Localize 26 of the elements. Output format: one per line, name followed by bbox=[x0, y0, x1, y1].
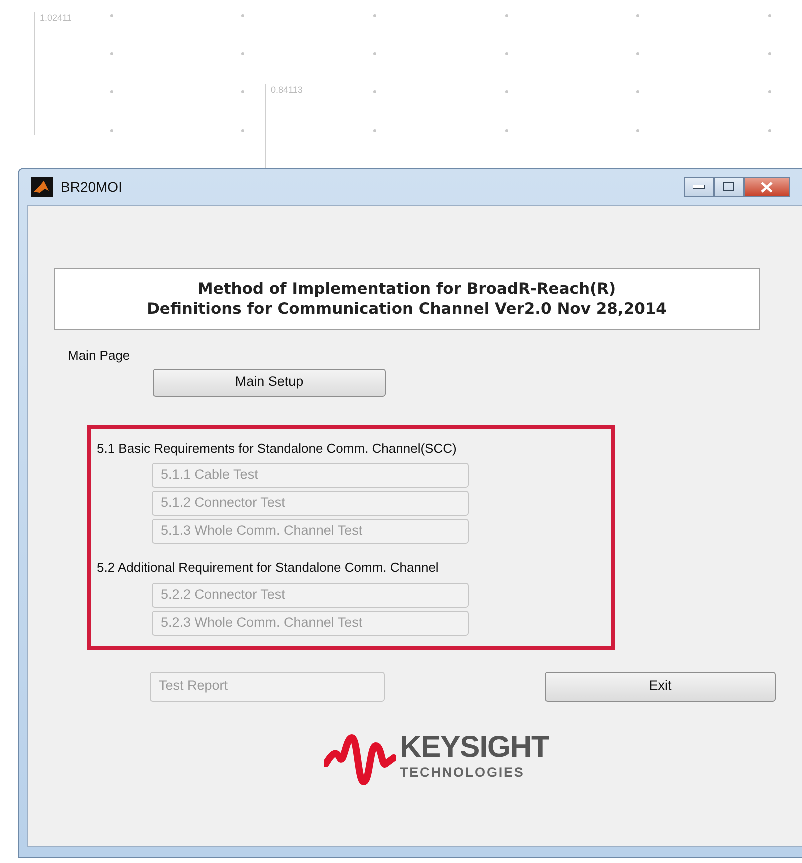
close-icon bbox=[761, 182, 773, 192]
section-label: 5.1 Basic Requirements for Standalone Comm. Channel(SCC) bbox=[97, 440, 458, 458]
section-label: Main Page bbox=[68, 347, 132, 365]
section-label: 5.2 Additional Requirement for Standalone Comm. Channel bbox=[97, 559, 440, 577]
push-button: 5.1.2 Connector Test bbox=[152, 491, 469, 516]
push-button: 5.2.2 Connector Test bbox=[152, 582, 469, 608]
push-button: 5.1.1 Cable Test bbox=[152, 463, 469, 488]
close-button[interactable] bbox=[744, 177, 790, 197]
heading-line: Definitions for Communication Channel Ver2.0 Nov 28,2014 bbox=[146, 299, 668, 319]
app-icon bbox=[31, 177, 53, 197]
push-button: Test Report bbox=[150, 672, 385, 702]
minimize-icon bbox=[693, 185, 705, 189]
push-button: 5.1.3 Whole Comm. Channel Test bbox=[152, 519, 469, 544]
push-button[interactable]: Main Setup bbox=[153, 368, 386, 396]
logo-tagline: TECHNOLOGIES bbox=[400, 764, 526, 782]
readout-label: 1.02411 bbox=[40, 13, 72, 23]
minimize-button[interactable] bbox=[684, 177, 714, 197]
readout-label: 0.84113 bbox=[271, 85, 303, 95]
maximize-button[interactable] bbox=[714, 177, 744, 197]
push-button[interactable]: Exit bbox=[545, 672, 776, 702]
heading-line: Method of Implementation for BroadR-Reach(R) bbox=[196, 279, 618, 299]
push-button: 5.2.3 Whole Comm. Channel Test bbox=[152, 610, 469, 636]
maximize-icon bbox=[723, 182, 735, 192]
waveform-logo-icon bbox=[324, 732, 396, 786]
logo-wordmark: KEYSIGHT bbox=[400, 733, 550, 764]
window-title: BR20MOI bbox=[61, 178, 122, 196]
